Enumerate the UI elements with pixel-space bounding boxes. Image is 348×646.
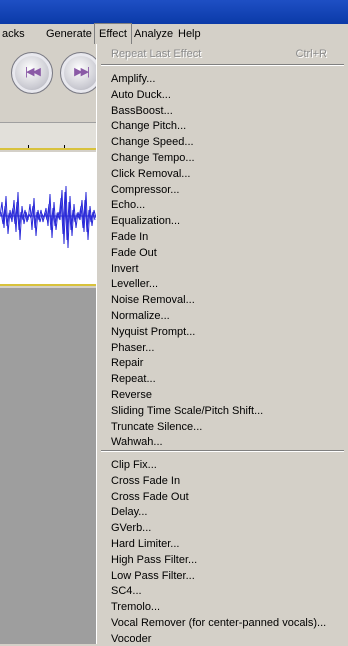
menu-item-change-tempo[interactable]: Change Tempo... — [111, 151, 195, 165]
skip-to-end-icon: ▶▶| — [74, 66, 90, 78]
menu-item-phaser[interactable]: Phaser... — [111, 341, 154, 355]
audio-track[interactable] — [0, 152, 96, 284]
menu-item-tremolo[interactable]: Tremolo... — [111, 600, 160, 614]
menu-item-change-speed[interactable]: Change Speed... — [111, 135, 194, 149]
menu-item-change-pitch[interactable]: Change Pitch... — [111, 119, 186, 133]
menu-item-repeat[interactable]: Repeat... — [111, 372, 156, 386]
menu-item-compressor[interactable]: Compressor... — [111, 183, 179, 197]
empty-track-area — [0, 288, 96, 644]
menu-item-hard-limiter[interactable]: Hard Limiter... — [111, 537, 179, 551]
menu-item-cross-fade-out[interactable]: Cross Fade Out — [111, 490, 189, 504]
menu-separator — [101, 64, 344, 66]
repeat-last-effect-label: Repeat Last Effect — [111, 48, 202, 60]
waveform — [0, 185, 96, 249]
menu-item-wahwah[interactable]: Wahwah... — [111, 435, 163, 449]
menu-item-clip-fix[interactable]: Clip Fix... — [111, 458, 157, 472]
menu-item-invert[interactable]: Invert — [111, 262, 139, 276]
menu-item-fade-in[interactable]: Fade In — [111, 230, 148, 244]
menu-item-leveller[interactable]: Leveller... — [111, 277, 158, 291]
menu-item-cross-fade-in[interactable]: Cross Fade In — [111, 474, 180, 488]
menu-item-reverse[interactable]: Reverse — [111, 388, 152, 402]
menu-item-sliding-time-scale-pitch-shift[interactable]: Sliding Time Scale/Pitch Shift... — [111, 404, 263, 418]
menu-item-vocal-remover-for-center-panned-vocals[interactable]: Vocal Remover (for center-panned vocals)… — [111, 616, 326, 630]
menu-item-noise-removal[interactable]: Noise Removal... — [111, 293, 195, 307]
skip-to-start-button[interactable]: |◀◀ — [11, 52, 53, 94]
menu-item-low-pass-filter[interactable]: Low Pass Filter... — [111, 569, 195, 583]
menu-item-gverb[interactable]: GVerb... — [111, 521, 151, 535]
menu-item-repair[interactable]: Repair — [111, 356, 143, 370]
menu-separator — [101, 450, 344, 452]
menu-generate[interactable]: Generate — [42, 24, 96, 44]
menu-item-click-removal[interactable]: Click Removal... — [111, 167, 190, 181]
menu-item-auto-duck[interactable]: Auto Duck... — [111, 88, 171, 102]
menu-bar: acks Generate Effect Analyze Help — [0, 23, 348, 44]
menu-item-echo[interactable]: Echo... — [111, 198, 145, 212]
menu-item-sc4[interactable]: SC4... — [111, 584, 142, 598]
menu-item-nyquist-prompt[interactable]: Nyquist Prompt... — [111, 325, 195, 339]
menu-effect[interactable]: Effect — [94, 23, 132, 44]
menu-analyze[interactable]: Analyze — [130, 24, 177, 44]
menu-help[interactable]: Help — [174, 24, 205, 44]
menu-item-amplify[interactable]: Amplify... — [111, 72, 155, 86]
menu-item-high-pass-filter[interactable]: High Pass Filter... — [111, 553, 197, 567]
menu-item-fade-out[interactable]: Fade Out — [111, 246, 157, 260]
menu-item-repeat-last-effect[interactable]: Repeat Last Effect Ctrl+R — [111, 47, 337, 61]
menu-item-truncate-silence[interactable]: Truncate Silence... — [111, 420, 202, 434]
menu-item-normalize[interactable]: Normalize... — [111, 309, 170, 323]
track-bottom-border — [0, 284, 96, 286]
transport-toolbar: |◀◀ ▶▶| — [0, 44, 102, 104]
menu-item-equalization[interactable]: Equalization... — [111, 214, 180, 228]
menu-tracks[interactable]: acks — [0, 24, 29, 44]
repeat-last-effect-shortcut: Ctrl+R — [295, 48, 327, 60]
effect-menu-dropdown: Repeat Last Effect Ctrl+R Amplify... Auto… — [96, 44, 348, 645]
timeline-ruler[interactable] — [0, 122, 96, 150]
track-top-border — [0, 148, 96, 150]
menu-item-bassboost[interactable]: BassBoost... — [111, 104, 173, 118]
skip-to-start-icon: |◀◀ — [25, 66, 41, 78]
menu-item-delay[interactable]: Delay... — [111, 505, 147, 519]
title-bar — [0, 0, 348, 24]
